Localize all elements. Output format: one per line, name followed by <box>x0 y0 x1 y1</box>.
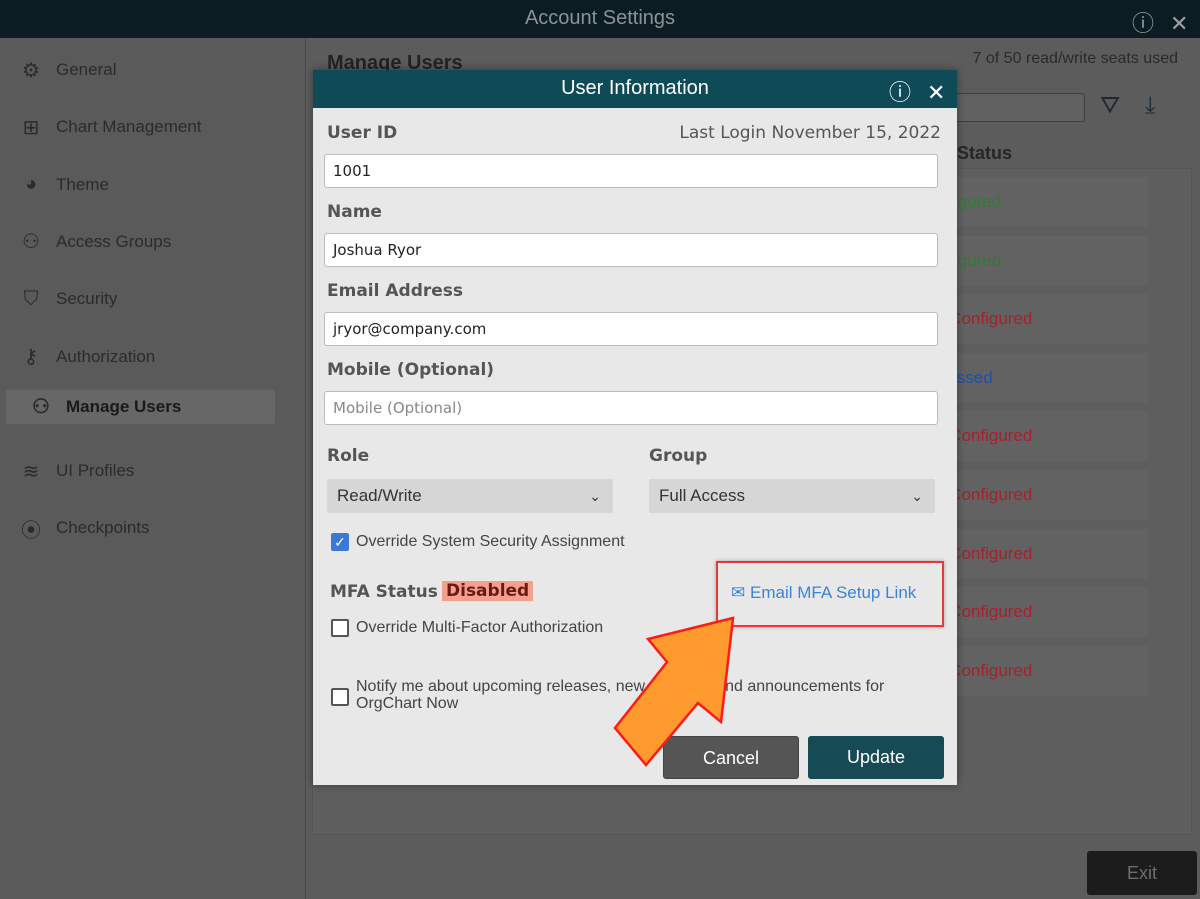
annotation-arrow <box>613 616 735 767</box>
arrow-shape <box>613 616 735 767</box>
